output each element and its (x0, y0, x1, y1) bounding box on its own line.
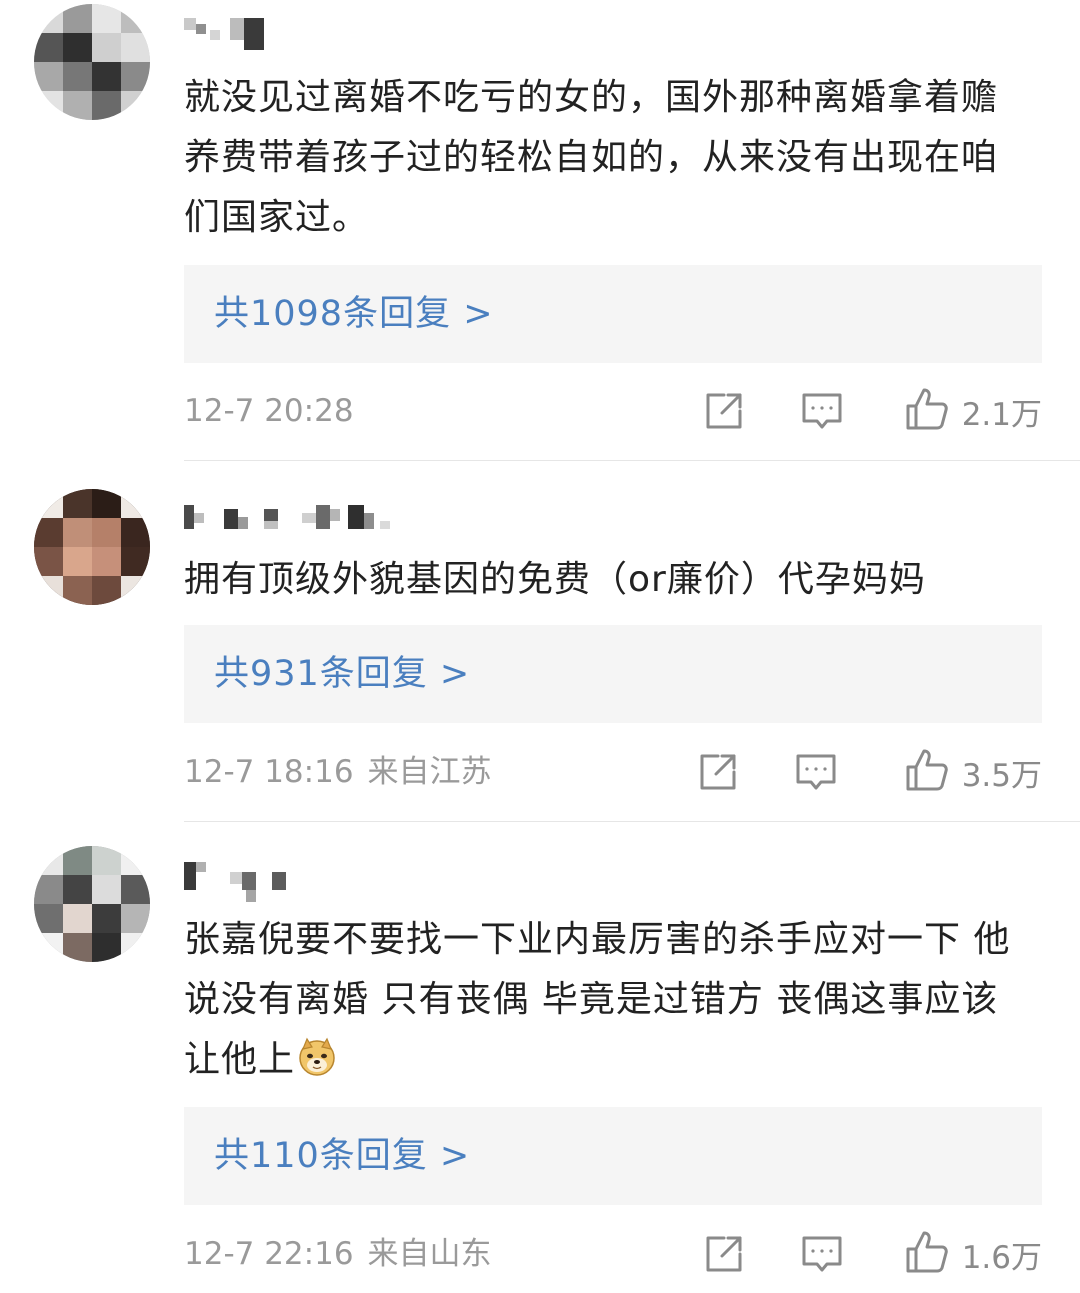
comment-icon[interactable] (794, 750, 838, 794)
username-pixelated[interactable] (184, 14, 274, 50)
thumbs-up-icon (904, 386, 950, 436)
avatar[interactable] (34, 489, 150, 605)
comment-timestamp: 12-7 20:28 (184, 393, 354, 429)
like-count: 1.6万 (961, 1239, 1042, 1276)
comment-meta-row: 12-7 18:16 来自江苏 3.5万 (184, 747, 1042, 797)
share-icon[interactable] (696, 750, 740, 794)
like-button[interactable]: 1.6万 (904, 1229, 1042, 1279)
comment-meta-row: 12-7 22:16 来自山东 1.6万 (184, 1229, 1042, 1279)
like-button[interactable]: 2.1万 (904, 386, 1042, 436)
comment-icon[interactable] (800, 1232, 844, 1276)
comment-text: 拥有顶级外貌基因的免费（or廉价）代孕妈妈 (184, 559, 926, 600)
share-icon[interactable] (702, 1232, 746, 1276)
username-pixelated[interactable] (184, 858, 294, 902)
comment-icon[interactable] (800, 389, 844, 433)
replies-count-label: 共110条回复 > (214, 1136, 471, 1176)
like-count: 2.1万 (961, 396, 1042, 433)
comment-text: 张嘉倪要不要找一下业内最厉害的杀手应对一下 他说没有离婚 只有丧偶 毕竟是过错方… (184, 919, 1011, 1080)
avatar[interactable] (34, 846, 150, 962)
like-button[interactable]: 3.5万 (904, 747, 1042, 797)
comment-text: 就没见过离婚不吃亏的女的，国外那种离婚拿着赡养费带着孩子过的轻松自如的，从来没有… (184, 77, 999, 238)
replies-count-label: 共931条回复 > (214, 654, 471, 694)
comment-item-2: 拥有顶级外貌基因的免费（or廉价）代孕妈妈 共931条回复 > 12-7 18:… (0, 461, 1080, 821)
comment-item-3: 张嘉倪要不要找一下业内最厉害的杀手应对一下 他说没有离婚 只有丧偶 毕竟是过错方… (0, 822, 1080, 1293)
doge-emoji (297, 1036, 337, 1076)
view-replies-button[interactable]: 共931条回复 > (184, 625, 1042, 723)
replies-count-label: 共1098条回复 > (214, 294, 494, 334)
view-replies-button[interactable]: 共1098条回复 > (184, 265, 1042, 363)
comment-timestamp: 12-7 22:16 来自山东 (184, 1236, 492, 1272)
thumbs-up-icon (904, 1229, 950, 1279)
view-replies-button[interactable]: 共110条回复 > (184, 1107, 1042, 1205)
comment-location: 来自江苏 (367, 754, 492, 790)
like-count: 3.5万 (961, 757, 1042, 794)
share-icon[interactable] (702, 389, 746, 433)
comment-meta-row: 12-7 20:28 2.1万 (184, 386, 1042, 436)
comment-item-1: 就没见过离婚不吃亏的女的，国外那种离婚拿着赡养费带着孩子过的轻松自如的，从来没有… (0, 0, 1080, 460)
thumbs-up-icon (904, 747, 950, 797)
avatar[interactable] (34, 4, 150, 120)
comment-timestamp: 12-7 18:16 来自江苏 (184, 754, 492, 790)
username-pixelated[interactable] (184, 499, 394, 535)
comment-location: 来自山东 (367, 1236, 492, 1272)
